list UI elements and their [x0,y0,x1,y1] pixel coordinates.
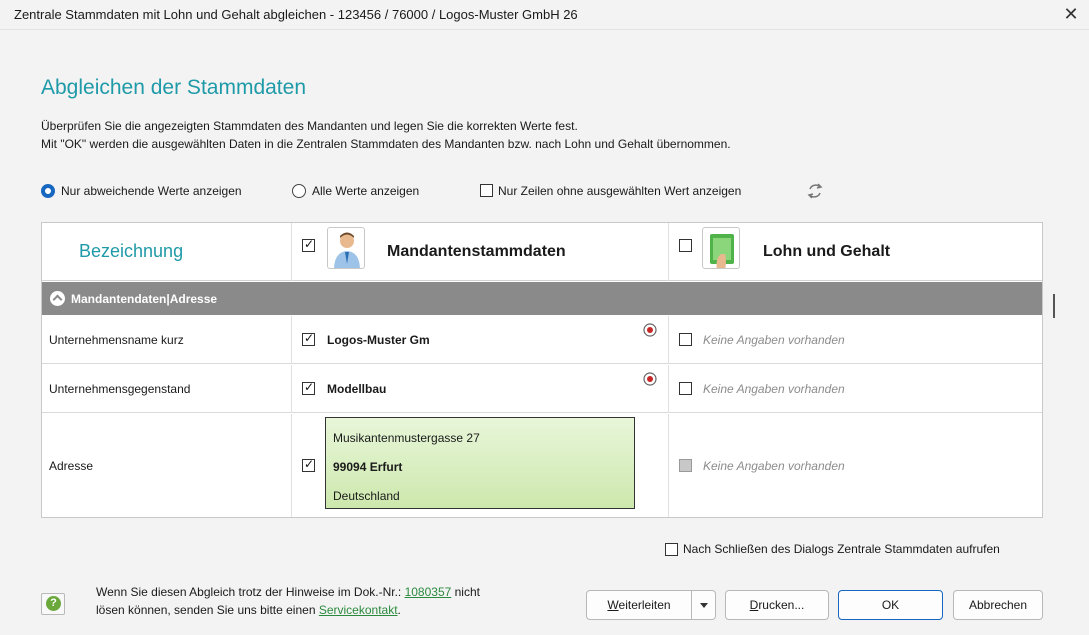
comparison-grid: Bezeichnung Mandantenstammdaten Lohn und… [41,222,1043,518]
person-icon [327,227,365,269]
row-select-lohn[interactable] [679,333,692,346]
checkbox-only-unselected[interactable] [480,184,493,197]
hint-text: . [397,603,401,617]
row-divider [668,414,669,517]
hint-text: Wenn Sie diesen Abgleich trotz der Hinwe… [96,585,405,599]
table-row: Adresse Musikantenmustergasse 27 99094 E… [42,414,1042,517]
help-icon[interactable] [41,593,65,615]
row-divider [668,316,669,364]
radio-only-differences[interactable] [41,184,55,198]
cancel-button[interactable]: Abbrechen [953,590,1043,620]
refresh-icon[interactable] [805,181,825,201]
forward-dropdown-arrow[interactable] [692,590,716,620]
row-other-value: Keine Angaben vorhanden [703,459,845,473]
description-line-1: Überprüfen Sie die angezeigten Stammdate… [41,119,578,133]
title-bar: Zentrale Stammdaten mit Lohn und Gehalt … [0,0,1089,30]
forward-button-label: eiterleiten [618,598,671,612]
checkbox-open-after-close[interactable] [665,543,678,556]
ok-button[interactable]: OK [838,590,943,620]
group-header[interactable]: Mandantendaten|Adresse [42,282,1042,315]
row-name: Unternehmensname kurz [49,333,184,347]
column-header-bezeichnung: Bezeichnung [79,241,184,261]
checkbox-open-after-close-label[interactable]: Nach Schließen des Dialogs Zentrale Stam… [683,542,1000,556]
header-divider [668,223,669,281]
column-select-mandantenstammdaten[interactable] [302,237,315,252]
radio-all-values-label[interactable]: Alle Werte anzeigen [312,184,419,198]
group-label: Mandantendaten|Adresse [71,292,218,306]
description-line-2: Mit "OK" werden die ausgewählten Daten i… [41,137,731,151]
reset-icon[interactable] [642,371,658,387]
filter-bar: Nur abweichende Werte anzeigen Alle Wert… [41,181,841,201]
row-divider [668,365,669,413]
row-select-mandant[interactable] [302,331,315,346]
row-select-mandant[interactable] [302,380,315,395]
print-button-mnemonic: D [749,598,759,612]
row-value: Modellbau [327,382,387,396]
radio-all-values[interactable] [292,184,306,198]
print-button[interactable]: Drucken... [725,590,829,620]
row-select-lohn[interactable] [679,382,692,395]
address-country: Deutschland [333,489,400,503]
header-divider [291,223,292,281]
radio-only-differences-label[interactable]: Nur abweichende Werte anzeigen [61,184,242,198]
doc-number-link[interactable]: 1080357 [405,585,452,599]
table-row: Unternehmensname kurz Logos-Muster Gm Ke… [42,316,1042,364]
row-name: Adresse [49,459,94,473]
reset-icon[interactable] [642,322,658,338]
hint-line-2: lösen können, senden Sie uns bitte einen… [96,603,401,617]
money-icon [702,227,740,269]
column-select-lohn-und-gehalt[interactable] [679,239,692,252]
hint-line-1: Wenn Sie diesen Abgleich trotz der Hinwe… [96,585,480,599]
column-header-lohn-und-gehalt[interactable]: Lohn und Gehalt [763,243,890,261]
table-row: Unternehmensgegenstand Modellbau Keine A… [42,365,1042,413]
forward-button-mnemonic: W [607,598,619,612]
row-other-value: Keine Angaben vorhanden [703,382,845,396]
hint-text: nicht [451,585,480,599]
print-button-label: rucken... [758,598,805,612]
row-divider [291,365,292,413]
grid-header: Bezeichnung Mandantenstammdaten Lohn und… [42,223,1042,281]
address-value-box[interactable]: Musikantenmustergasse 27 99094 Erfurt De… [325,417,635,509]
page-title: Abgleichen der Stammdaten [41,76,306,99]
collapse-icon[interactable] [50,291,65,306]
forward-button[interactable]: Weiterleiten [586,590,692,620]
row-select-lohn[interactable] [679,459,692,472]
service-contact-link[interactable]: Servicekontakt [319,603,398,617]
scrollbar[interactable] [1053,294,1055,318]
row-name: Unternehmensgegenstand [49,382,191,396]
column-header-mandantenstammdaten[interactable]: Mandantenstammdaten [387,243,566,261]
window-title: Zentrale Stammdaten mit Lohn und Gehalt … [14,7,578,22]
checkbox-only-unselected-label[interactable]: Nur Zeilen ohne ausgewählten Wert anzeig… [498,184,741,198]
row-divider [291,316,292,364]
address-street: Musikantenmustergasse 27 [333,431,480,445]
close-icon[interactable]: ✕ [1059,2,1083,26]
row-select-mandant[interactable] [302,457,315,472]
hint-text: lösen können, senden Sie uns bitte einen [96,603,319,617]
row-divider [291,414,292,517]
row-value: Logos-Muster Gm [327,333,430,347]
row-other-value: Keine Angaben vorhanden [703,333,845,347]
address-city: 99094 Erfurt [333,460,403,474]
